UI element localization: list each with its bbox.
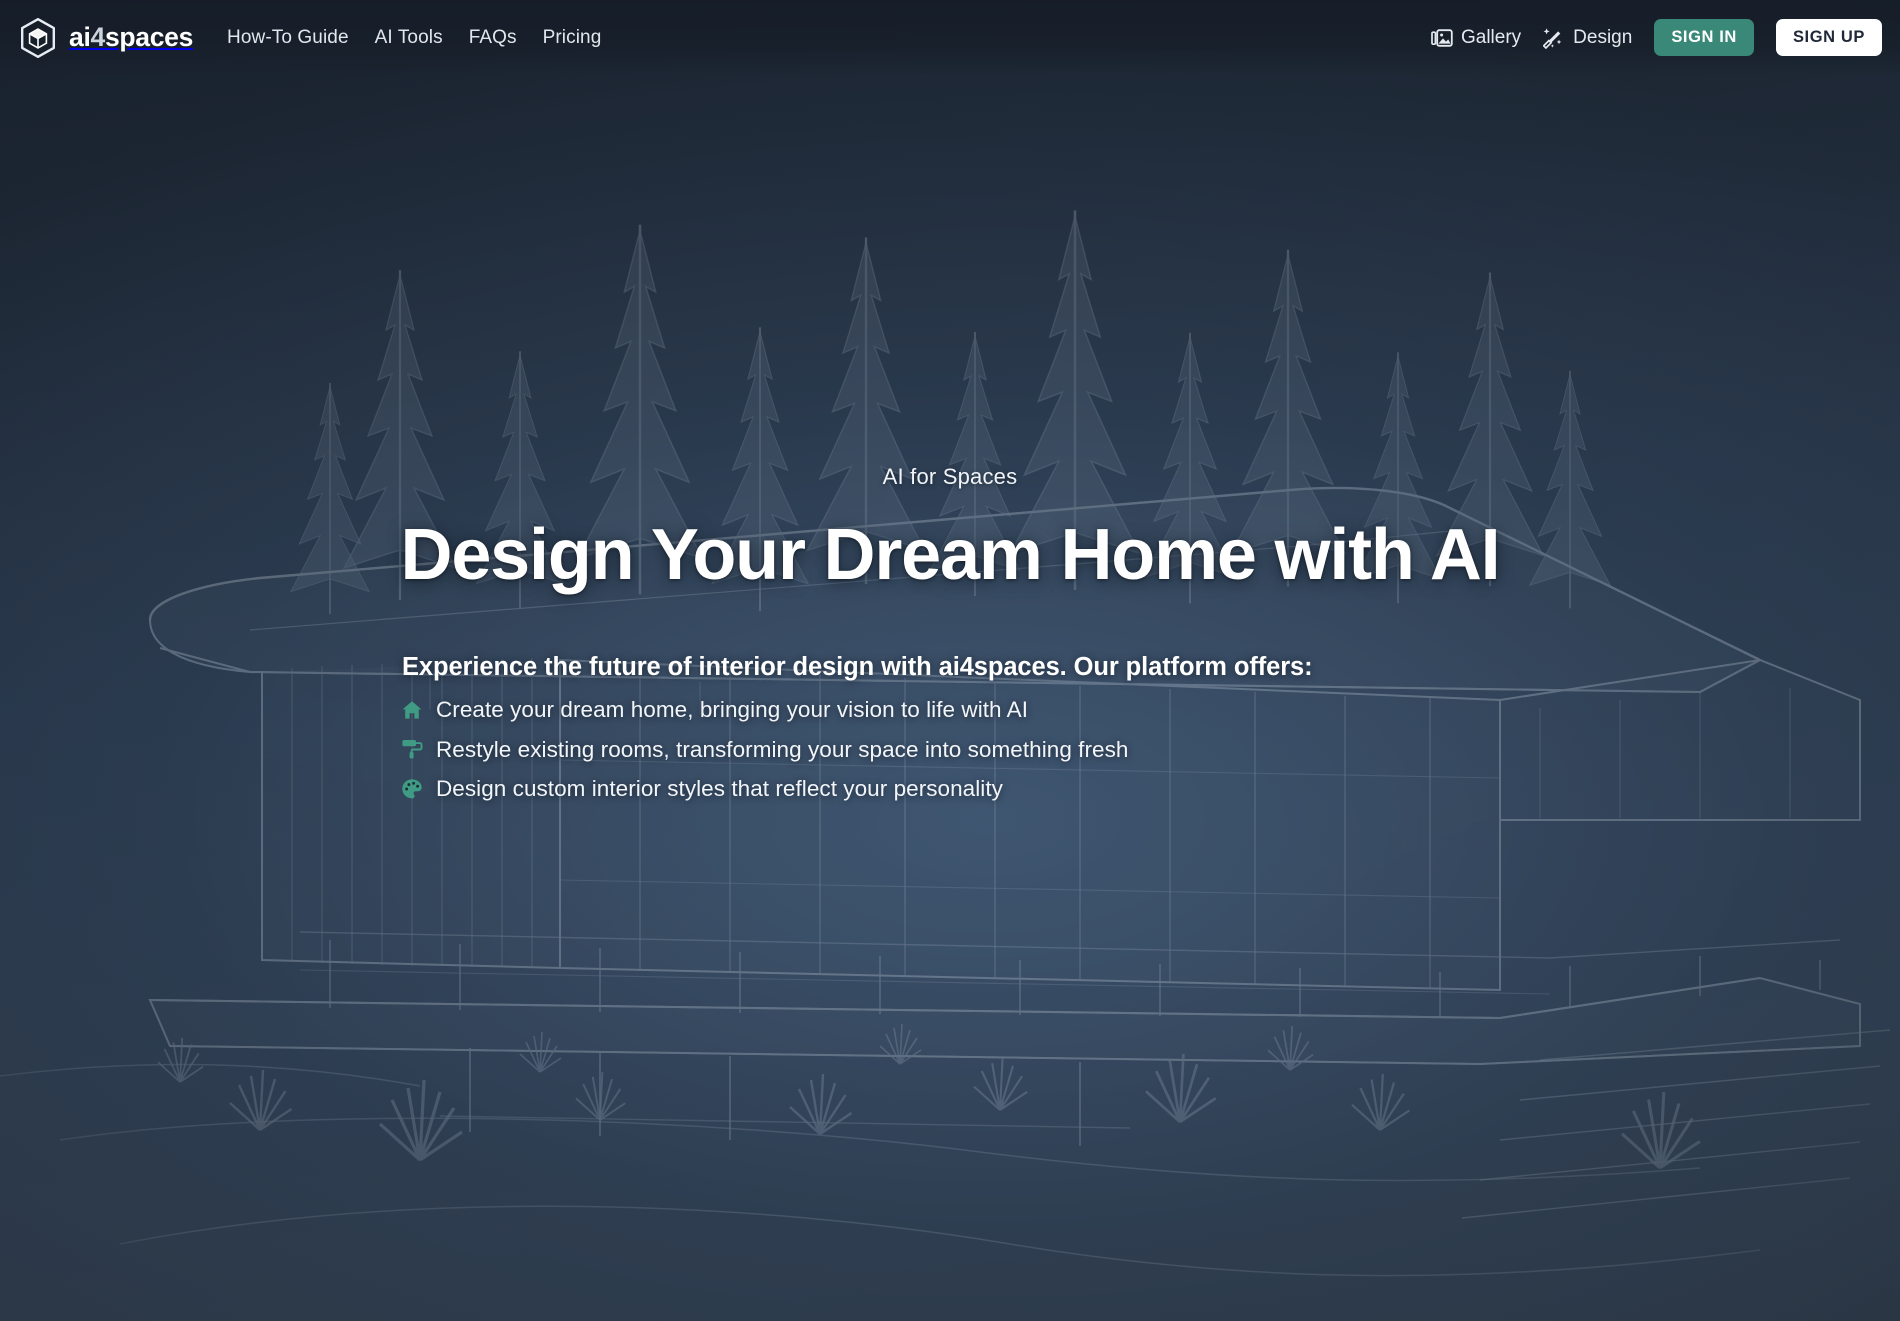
paint-roller-icon xyxy=(402,740,423,759)
feature-item-design: Design custom interior styles that refle… xyxy=(400,774,1500,803)
hero-lead-text: Experience the future of interior design… xyxy=(402,652,1313,681)
feature-item-create: Create your dream home, bringing your vi… xyxy=(400,695,1500,724)
nav-link-gallery-label: Gallery xyxy=(1460,26,1522,48)
feature-list: Create your dream home, bringing your vi… xyxy=(400,695,1500,803)
hero-features: Experience the future of interior design… xyxy=(400,652,1500,814)
primary-navigation: How-To Guide AI Tools FAQs Pricing xyxy=(227,27,601,49)
palette-icon xyxy=(402,778,422,798)
nav-link-gallery[interactable]: Gallery xyxy=(1431,27,1521,49)
nav-link-design[interactable]: Design xyxy=(1543,27,1632,49)
feature-item-restyle-label: Restyle existing rooms, transforming you… xyxy=(436,736,1129,762)
navbar-actions: Gallery Design SIGN IN SIGN UP xyxy=(1431,18,1882,57)
hero-eyebrow: AI for Spaces xyxy=(882,464,1018,489)
hexagon-cube-icon xyxy=(21,17,55,58)
brand-logo-link[interactable]: ai4spaces xyxy=(18,17,193,59)
magic-wand-icon xyxy=(1543,27,1562,49)
hero-section: AI for Spaces Design Your Dream Home wit… xyxy=(0,0,1900,1321)
nav-link-pricing[interactable]: Pricing xyxy=(543,27,602,49)
landing-page: ai4spaces How-To Guide AI Tools FAQs Pri… xyxy=(0,0,1900,1321)
nav-link-how-to-guide[interactable]: How-To Guide xyxy=(227,27,349,49)
feature-item-create-label: Create your dream home, bringing your vi… xyxy=(436,697,1029,723)
feature-item-design-label: Design custom interior styles that refle… xyxy=(436,775,1003,801)
top-navbar: ai4spaces How-To Guide AI Tools FAQs Pri… xyxy=(0,0,1900,75)
image-gallery-icon xyxy=(1431,28,1453,47)
brand-name-accent: 4 xyxy=(90,22,106,53)
home-icon xyxy=(402,701,422,719)
brand-name-part1: ai xyxy=(69,22,91,53)
feature-item-restyle: Restyle existing rooms, transforming you… xyxy=(400,735,1500,764)
nav-link-ai-tools[interactable]: AI Tools xyxy=(375,27,443,49)
sign-up-button[interactable]: SIGN UP xyxy=(1775,18,1882,57)
brand-name-part2: spaces xyxy=(104,22,194,53)
nav-link-faqs[interactable]: FAQs xyxy=(469,27,517,49)
page-title: Design Your Dream Home with AI xyxy=(400,515,1501,595)
nav-link-design-label: Design xyxy=(1573,26,1633,48)
sign-in-button[interactable]: SIGN IN xyxy=(1654,18,1754,57)
brand-name: ai4spaces xyxy=(69,24,193,51)
